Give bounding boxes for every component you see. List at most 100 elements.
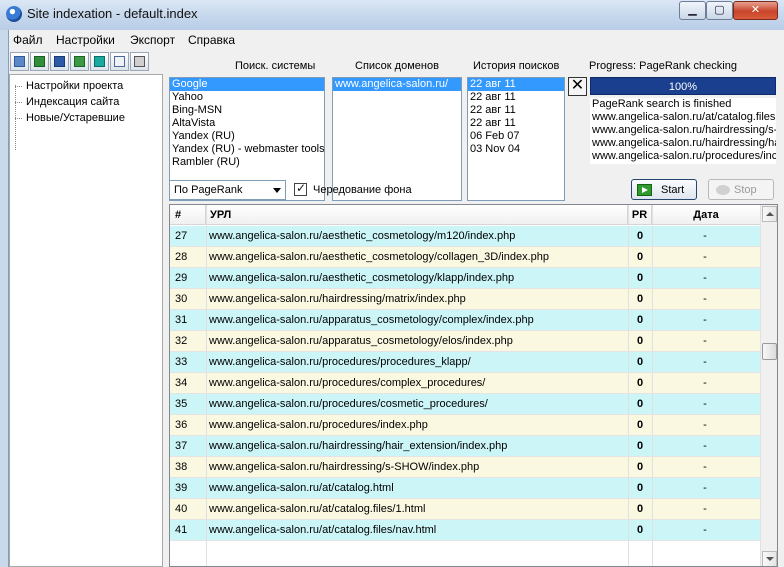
row-pagerank: 0 [636,314,644,326]
scroll-up-arrow-icon[interactable] [762,206,777,222]
log-line: www.angelica-salon.ru/at/catalog.files [592,111,776,123]
table-row[interactable]: 27 www.angelica-salon.ru/aesthetic_cosmet… [170,226,760,247]
log-line: www.angelica-salon.ru/procedures/inc [592,150,776,162]
row-number: 37 [175,440,188,452]
list-item[interactable]: Yahoo [170,91,324,104]
table-row[interactable]: 38 www.angelica-salon.ru/hairdressing/s-S… [170,457,760,478]
row-pagerank: 0 [636,251,644,263]
row-number: 34 [175,377,188,389]
row-number: 38 [175,461,188,473]
window-title: Site indexation - default.index [27,6,198,21]
table-row[interactable]: 28 www.angelica-salon.ru/aesthetic_cosmet… [170,247,760,268]
table-row[interactable]: 39 www.angelica-salon.ru/at/catalog.html 0… [170,478,760,499]
column-divider [206,205,207,566]
table-row[interactable]: 31 www.angelica-salon.ru/apparatus_cosmet… [170,310,760,331]
progress-value: 100% [668,81,698,93]
row-pagerank: 0 [636,293,644,305]
tree-item-new-outdated[interactable]: Новые/Устаревшие [15,112,125,124]
results-table[interactable]: # УРЛ PR Дата 27 www.angelica-salon.ru/ae… [169,204,778,567]
list-item[interactable]: Yandex (RU) - webmaster tools [170,143,324,156]
scroll-down-arrow-icon[interactable] [762,551,777,566]
list-item[interactable]: 22 авг 11 [468,117,564,130]
row-url: www.angelica-salon.ru/at/catalog.html [209,482,394,494]
menu-export[interactable]: Экспорт [130,33,175,47]
row-url: www.angelica-salon.ru/procedures/index.p… [209,419,428,431]
clear-history-button[interactable]: ✕ [568,77,587,96]
scroll-thumb[interactable] [762,343,777,360]
column-header-number[interactable]: # [170,205,206,225]
row-pagerank: 0 [636,419,644,431]
history-label: История поисков [473,60,560,72]
title-bar[interactable]: Site indexation - default.index ▁ ▢ ✕ [0,0,784,30]
start-button[interactable]: Start [631,179,697,200]
minimize-button[interactable]: ▁ [679,1,706,20]
table-row[interactable]: 30 www.angelica-salon.ru/hairdressing/mat… [170,289,760,310]
list-item[interactable]: Yandex (RU) [170,130,324,143]
table-row[interactable]: 32 www.angelica-salon.ru/apparatus_cosmet… [170,331,760,352]
close-icon: ✕ [570,77,585,94]
list-item[interactable]: www.angelica-salon.ru/ [333,78,461,91]
list-item[interactable]: 06 Feb 07 [468,130,564,143]
maximize-button[interactable]: ▢ [706,1,733,20]
app-globe-icon [6,6,22,22]
alternate-bg-checkbox[interactable] [294,181,307,196]
row-date: - [703,251,707,263]
tree-item-project-settings[interactable]: Настройки проекта [14,80,124,92]
word-export-button[interactable] [50,52,69,71]
row-date: - [703,293,707,305]
list-item[interactable]: 22 авг 11 [468,104,564,117]
row-date: - [703,503,707,515]
list-item[interactable]: Google [170,78,324,91]
menu-file[interactable]: Файл [13,33,43,47]
tree-item-label: Настройки проекта [26,80,124,92]
menu-help[interactable]: Справка [188,33,235,47]
excel-export-button[interactable] [30,52,49,71]
copy-button[interactable] [90,52,109,71]
table-row[interactable]: 37 www.angelica-salon.ru/hairdressing/hai… [170,436,760,457]
menu-bar: Файл Настройки Экспорт Справка [9,30,784,49]
print-button[interactable] [130,52,149,71]
history-list[interactable]: 22 авг 11 22 авг 11 22 авг 11 22 авг 11 … [467,77,565,201]
row-date: - [703,356,707,368]
stop-icon [716,185,730,195]
table-row[interactable]: 35 www.angelica-salon.ru/procedures/cosme… [170,394,760,415]
list-item[interactable]: AltaVista [170,117,324,130]
alternate-bg-label[interactable]: Чередование фона [313,184,412,196]
vertical-scrollbar[interactable] [760,205,777,566]
list-item[interactable]: 22 авг 11 [468,78,564,91]
list-item[interactable]: Bing-MSN [170,104,324,117]
row-pagerank: 0 [636,461,644,473]
list-item[interactable]: Rambler (RU) [170,156,324,169]
domains-list[interactable]: www.angelica-salon.ru/ [332,77,462,201]
table-row[interactable]: 33 www.angelica-salon.ru/procedures/proce… [170,352,760,373]
row-url: www.angelica-salon.ru/aesthetic_cosmetol… [209,230,516,242]
column-header-pr[interactable]: PR [628,205,652,225]
row-date: - [703,419,707,431]
table-row[interactable]: 34 www.angelica-salon.ru/procedures/compl… [170,373,760,394]
excel-alt-export-button[interactable] [70,52,89,71]
row-date: - [703,398,707,410]
menu-settings[interactable]: Настройки [56,33,115,47]
row-url: www.angelica-salon.ru/at/catalog.files/n… [209,524,437,536]
table-row[interactable]: 40 www.angelica-salon.ru/at/catalog.files… [170,499,760,520]
progress-bar: 100% [590,77,776,95]
table-row[interactable]: 36 www.angelica-salon.ru/procedures/index… [170,415,760,436]
table-row[interactable]: 41 www.angelica-salon.ru/at/catalog.files… [170,520,760,541]
list-item[interactable]: 22 авг 11 [468,91,564,104]
open-file-button[interactable] [10,52,29,71]
list-item[interactable]: 03 Nov 04 [468,143,564,156]
row-number: 28 [175,251,188,263]
close-button[interactable]: ✕ [733,1,778,20]
column-header-url[interactable]: УРЛ [206,205,628,225]
row-number: 40 [175,503,188,515]
row-date: - [703,524,707,536]
stop-label: Stop [734,184,757,196]
row-date: - [703,272,707,284]
stop-button[interactable]: Stop [708,179,774,200]
column-header-date[interactable]: Дата [652,205,760,225]
sort-dropdown[interactable]: По PageRank [169,180,286,200]
table-row[interactable]: 29 www.angelica-salon.ru/aesthetic_cosmet… [170,268,760,289]
html-export-button[interactable] [110,52,129,71]
sort-dropdown-value: По PageRank [174,184,243,196]
tree-item-site-indexing[interactable]: Индексация сайта [14,96,119,108]
